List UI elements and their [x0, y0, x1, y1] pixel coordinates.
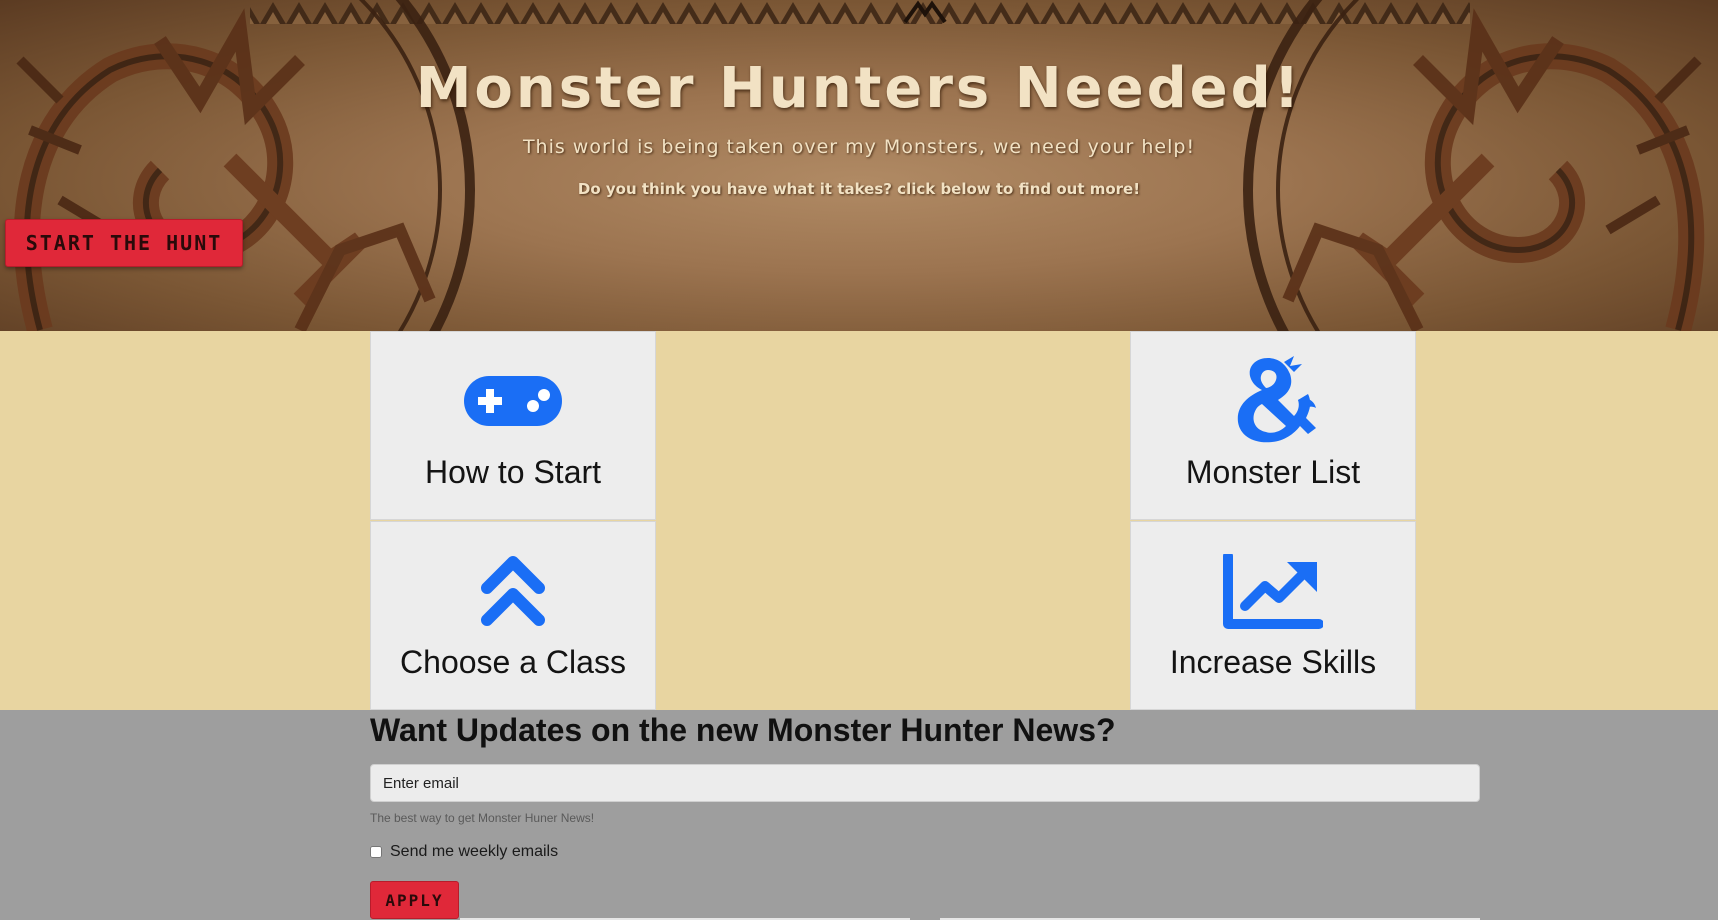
- feature-cards-section: How to Start Monster List Choose a Class: [0, 331, 1718, 710]
- weekly-emails-checkbox[interactable]: [370, 846, 382, 858]
- card-how-to-start[interactable]: How to Start: [370, 331, 656, 520]
- apply-button[interactable]: Apply: [370, 881, 459, 919]
- tribal-pattern-background: [13, 0, 1705, 331]
- card-label: Monster List: [1185, 454, 1361, 490]
- card-label: Choose a Class: [400, 644, 626, 680]
- weekly-emails-option[interactable]: Send me weekly emails: [370, 843, 558, 861]
- card-label: Increase Skills: [1169, 644, 1377, 680]
- chart-line-up-icon: [1131, 554, 1415, 630]
- hero-tagline: Do you think you have what it takes? cli…: [577, 180, 1141, 198]
- card-monster-list[interactable]: Monster List: [1130, 331, 1416, 520]
- card-label: How to Start: [424, 454, 602, 490]
- newsletter-section: Want Updates on the new Monster Hunter N…: [0, 710, 1718, 920]
- card-choose-a-class[interactable]: Choose a Class: [370, 521, 656, 710]
- start-the-hunt-button[interactable]: Start the Hunt: [5, 219, 243, 267]
- weekly-emails-label: Send me weekly emails: [390, 843, 559, 860]
- hero-title: Monster Hunters Needed!: [415, 56, 1303, 121]
- dragon-ampersand-icon: [1131, 356, 1415, 444]
- newsletter-title: Want Updates on the new Monster Hunter N…: [370, 712, 1116, 748]
- hero-subtitle: This world is being taken over my Monste…: [522, 136, 1196, 158]
- double-chevron-up-icon: [371, 552, 655, 628]
- gamepad-icon: [371, 376, 655, 426]
- hero-banner: Monster Hunters Needed! This world is be…: [0, 0, 1718, 331]
- email-help-text: The best way to get Monster Huner News!: [370, 811, 595, 825]
- email-field[interactable]: [370, 764, 1480, 802]
- card-increase-skills[interactable]: Increase Skills: [1130, 521, 1416, 710]
